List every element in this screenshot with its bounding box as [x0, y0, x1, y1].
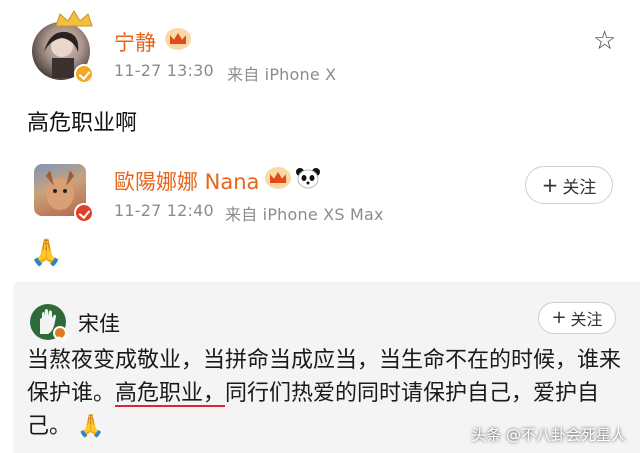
post-time: 11-27 13:30: [114, 61, 214, 80]
plus-icon: +: [541, 173, 559, 197]
prayer-emoji: 🙏: [30, 238, 63, 268]
comment-highlight: 高危职业，: [115, 381, 226, 406]
crown-decoration: [54, 10, 94, 28]
vip-crown-icon: [265, 167, 291, 189]
verified-badge-icon: [53, 326, 67, 340]
vip-crown-icon: [165, 28, 191, 50]
post-source: 来自 iPhone X: [227, 65, 337, 84]
watermark: 头条 @不八卦会死星人: [471, 426, 626, 444]
verified-badge-icon: [74, 203, 94, 223]
author-name[interactable]: 歐陽娜娜 Nana: [114, 166, 259, 196]
post-text: 高危职业啊: [27, 111, 138, 136]
follow-button[interactable]: + 关注: [538, 302, 616, 334]
follow-button[interactable]: + 关注: [525, 166, 613, 204]
panda-icon: [295, 167, 321, 189]
plus-icon: +: [551, 307, 567, 328]
follow-label: 关注: [570, 310, 603, 329]
post-time: 11-27 12:40: [114, 201, 214, 220]
favorite-star-icon[interactable]: ☆: [593, 28, 616, 54]
post-source: 来自 iPhone XS Max: [225, 205, 384, 224]
prayer-emoji: 🙏: [77, 414, 105, 439]
commenter-name[interactable]: 宋佳: [78, 308, 120, 338]
verified-badge-icon: [74, 64, 94, 84]
follow-label: 关注: [562, 177, 597, 198]
author-name[interactable]: 宁静: [114, 27, 156, 57]
